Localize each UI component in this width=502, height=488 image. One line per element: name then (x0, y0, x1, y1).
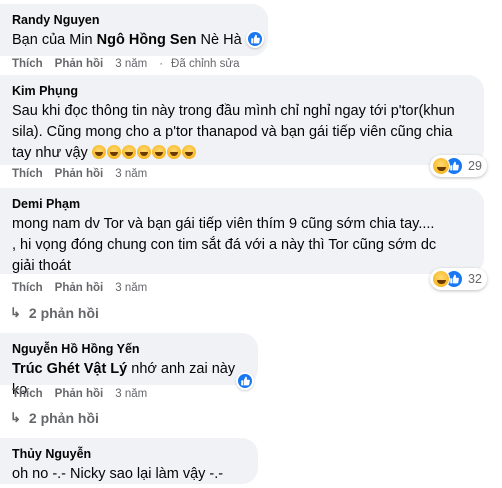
reply-button[interactable]: Phản hồi (55, 58, 104, 70)
comment-text: mong nam dv Tor và bạn gái tiếp viên thí… (12, 216, 437, 274)
comment-bubble: Randy Nguyen Bạn của Min Ngô Hồng Sen Nè… (0, 4, 268, 56)
comment-text: Sau khi đọc thông tin này trong đầu mình… (12, 103, 455, 161)
comment-author[interactable]: Kim Phụng (12, 83, 472, 99)
like-button[interactable]: Thích (12, 168, 43, 180)
timestamp[interactable]: 3 năm (115, 168, 147, 180)
emoji-haha-icon (106, 145, 121, 159)
emoji-haha-icon (166, 145, 181, 159)
haha-icon (432, 157, 450, 175)
like-button[interactable]: Thích (12, 388, 43, 400)
emoji-haha-icon (151, 145, 166, 159)
reaction-count: 32 (468, 272, 482, 286)
tagged-user[interactable]: Trúc Ghét Vật Lý (12, 361, 127, 377)
view-replies-link[interactable]: ↳ 2 phản hồi (10, 305, 99, 321)
like-button[interactable]: Thích (12, 58, 43, 70)
timestamp[interactable]: 3 năm (115, 58, 147, 70)
comment-text: Bạn của Min Ngô Hồng Sen Nè Hà (12, 32, 242, 48)
reply-button[interactable]: Phản hồi (55, 388, 104, 400)
comment-author[interactable]: Randy Nguyen (12, 12, 256, 28)
replies-count: 2 phản hồi (28, 305, 99, 321)
comment-text: oh no -.- Nicky sao lại làm vậy -.- (12, 466, 224, 482)
comment-actions: Thích Phản hồi 3 năm (12, 168, 159, 180)
comment-actions: Thích Phản hồi 3 năm (12, 388, 159, 400)
replies-count: 2 phản hồi (28, 410, 99, 426)
timestamp[interactable]: 3 năm (115, 388, 147, 400)
emoji-haha-icon (181, 145, 196, 159)
comment-author[interactable]: Thủy Nguyễn (12, 446, 246, 462)
reaction-summary[interactable]: 29 (430, 155, 487, 177)
emoji-haha-icon (136, 145, 151, 159)
timestamp[interactable]: 3 năm (115, 282, 147, 294)
reply-arrow-icon: ↳ (10, 410, 21, 425)
emoji-haha-icon (121, 145, 136, 159)
emoji-haha-icon (91, 145, 106, 159)
comment-bubble: Nguyễn Hồ Hồng Yến Trúc Ghét Vật Lý nhớ … (0, 333, 258, 398)
comment-author[interactable]: Nguyễn Hồ Hồng Yến (12, 341, 246, 357)
separator: · (159, 58, 164, 70)
haha-icon (432, 270, 450, 288)
reply-button[interactable]: Phản hồi (55, 168, 104, 180)
edited-label[interactable]: Đã chỉnh sửa (171, 58, 239, 70)
reaction-count: 29 (468, 159, 482, 173)
reply-button[interactable]: Phản hồi (55, 282, 104, 294)
view-replies-link[interactable]: ↳ 2 phản hồi (10, 410, 99, 426)
comment-bubble: Kim Phụng Sau khi đọc thông tin này tron… (0, 75, 484, 165)
comment-author[interactable]: Demi Phạm (12, 196, 472, 212)
tagged-user[interactable]: Ngô Hồng Sen (97, 32, 197, 48)
reaction-summary[interactable]: 32 (430, 268, 487, 290)
like-icon[interactable] (236, 372, 254, 390)
reply-arrow-icon: ↳ (10, 305, 21, 320)
comment-bubble: Demi Phạm mong nam dv Tor và bạn gái tiế… (0, 188, 484, 274)
comment-actions: Thích Phản hồi 3 năm · Đã chỉnh sửa (12, 58, 251, 70)
like-button[interactable]: Thích (12, 282, 43, 294)
comment-actions: Thích Phản hồi 3 năm (12, 282, 159, 294)
like-icon[interactable] (246, 30, 264, 48)
comment-bubble: Thủy Nguyễn oh no -.- Nicky sao lại làm … (0, 438, 258, 484)
